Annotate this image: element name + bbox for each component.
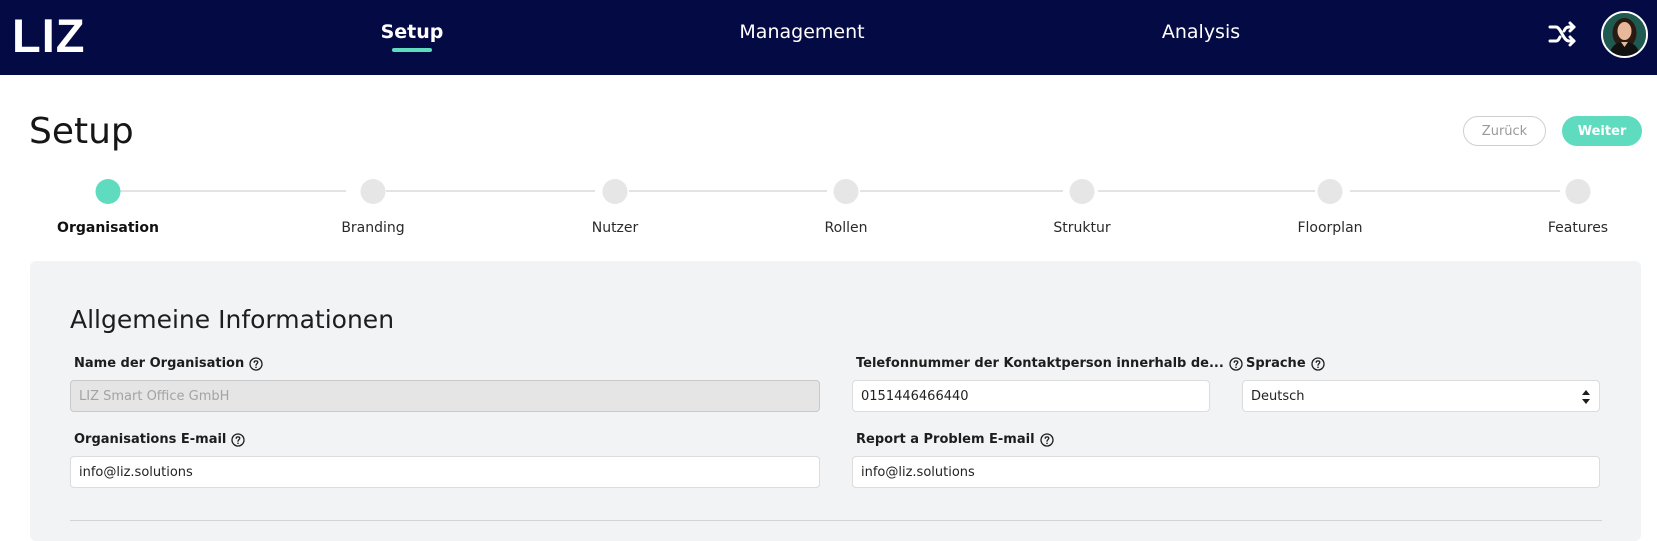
active-tab-indicator: [392, 48, 432, 52]
section-divider: [70, 520, 1602, 521]
user-avatar[interactable]: [1601, 11, 1648, 58]
liz-logo[interactable]: LIZ: [12, 11, 85, 61]
step-dot-branding[interactable]: [360, 179, 386, 204]
phone-label: Telefonnummer der Kontaktperson innerhal…: [856, 356, 1243, 372]
stepper-connector: [860, 190, 1063, 192]
problem-email-label-text: Report a Problem E-mail: [856, 432, 1035, 447]
org-name-label: Name der Organisation: [74, 356, 263, 372]
stepper-connector: [1350, 190, 1560, 192]
help-icon[interactable]: [1039, 433, 1054, 447]
stepper-connector: [120, 190, 346, 192]
language-select-value: Deutsch: [1251, 388, 1305, 404]
next-button[interactable]: Weiter: [1562, 116, 1642, 146]
help-icon[interactable]: [231, 433, 246, 447]
step-label-rollen[interactable]: Rollen: [825, 219, 868, 237]
phone-label-text: Telefonnummer der Kontaktperson innerhal…: [856, 356, 1224, 371]
nav-tab-management[interactable]: Management: [739, 20, 864, 44]
step-dot-organisation[interactable]: [95, 179, 121, 204]
org-name-label-text: Name der Organisation: [74, 356, 245, 371]
section-title: Allgemeine Informationen: [70, 305, 395, 334]
step-dot-features[interactable]: [1565, 179, 1591, 204]
top-navbar: LIZ Setup Management Analysis: [0, 0, 1657, 75]
language-select[interactable]: Deutsch: [1242, 380, 1600, 412]
shuffle-icon[interactable]: [1548, 21, 1578, 47]
help-icon[interactable]: [249, 357, 263, 371]
org-email-input[interactable]: info@liz.solutions: [70, 456, 820, 488]
org-email-label: Organisations E-mail: [74, 432, 246, 448]
step-label-nutzer[interactable]: Nutzer: [592, 219, 639, 237]
language-label-text: Sprache: [1246, 356, 1306, 371]
avatar-portrait-icon: [1603, 13, 1646, 56]
org-name-input[interactable]: LIZ Smart Office GmbH: [70, 380, 820, 412]
stepper-connector: [1098, 190, 1315, 192]
step-label-floorplan[interactable]: Floorplan: [1297, 219, 1362, 237]
step-dot-floorplan[interactable]: [1317, 179, 1343, 204]
problem-email-input[interactable]: info@liz.solutions: [852, 456, 1600, 488]
phone-input[interactable]: 0151446466440: [852, 380, 1210, 412]
select-arrows-icon: [1582, 390, 1590, 404]
stepper-connector: [386, 190, 595, 192]
help-icon[interactable]: [1310, 357, 1325, 371]
step-dot-struktur[interactable]: [1069, 179, 1095, 204]
nav-tab-analysis[interactable]: Analysis: [1162, 20, 1240, 44]
help-icon[interactable]: [1229, 357, 1243, 371]
step-label-features[interactable]: Features: [1548, 219, 1608, 237]
stepper-connector: [629, 190, 827, 192]
step-label-struktur[interactable]: Struktur: [1053, 219, 1110, 237]
step-label-organisation[interactable]: Organisation: [57, 219, 159, 237]
language-label: Sprache: [1246, 356, 1325, 372]
problem-email-label: Report a Problem E-mail: [856, 432, 1054, 448]
back-button[interactable]: Zurück: [1463, 116, 1546, 146]
nav-tab-setup[interactable]: Setup: [381, 20, 444, 44]
step-dot-nutzer[interactable]: [602, 179, 628, 204]
step-dot-rollen[interactable]: [833, 179, 859, 204]
org-email-label-text: Organisations E-mail: [74, 432, 227, 447]
page-title: Setup: [29, 111, 134, 152]
step-label-branding[interactable]: Branding: [341, 219, 404, 237]
